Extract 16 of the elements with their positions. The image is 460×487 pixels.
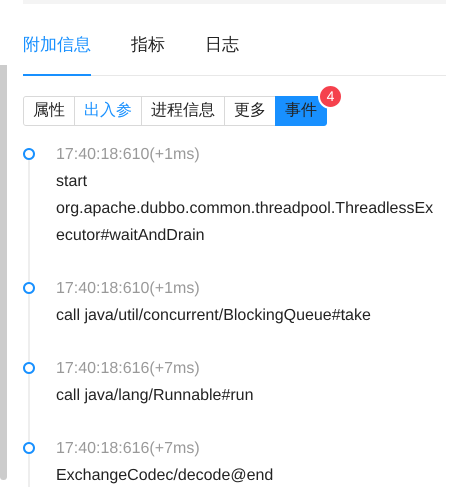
- tab[interactable]: 指标: [131, 28, 165, 76]
- scrollbar[interactable]: [0, 65, 7, 480]
- tab[interactable]: 日志: [205, 28, 239, 76]
- event-time: 17:40:18:616(+7ms): [56, 358, 201, 378]
- segment-button[interactable]: 事件: [275, 96, 327, 126]
- event-time: 17:40:18:610(+1ms): [56, 278, 201, 298]
- event-text: start org.apache.dubbo.common.threadpool.ThreadlessExecutor#waitAndDrain: [56, 172, 434, 246]
- event-text: call java/lang/Runnable#run: [56, 386, 254, 406]
- segment-button[interactable]: 更多: [224, 96, 276, 126]
- event-time: 17:40:18:616(+7ms): [56, 438, 201, 458]
- segment-button[interactable]: 进程信息: [141, 96, 225, 126]
- segment-button[interactable]: 属性: [23, 96, 75, 126]
- event-time: 17:40:18:610(+1ms): [56, 144, 201, 164]
- event-text: call java/util/concurrent/BlockingQueue#take: [56, 306, 372, 326]
- event-text: ExchangeCodec/decode@end: [56, 466, 274, 486]
- count-badge: 4: [318, 84, 343, 108]
